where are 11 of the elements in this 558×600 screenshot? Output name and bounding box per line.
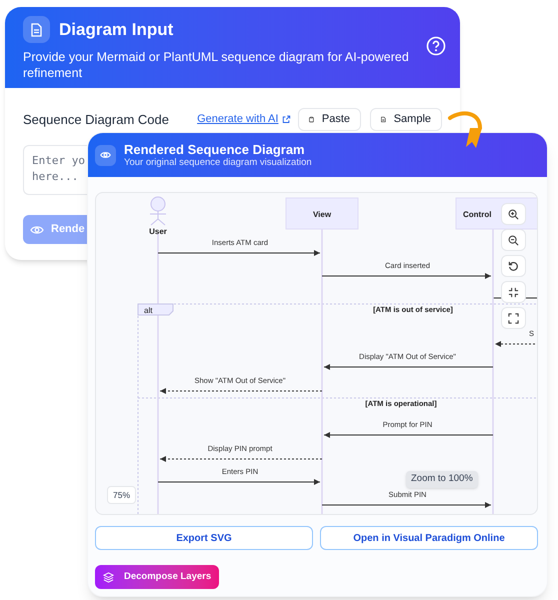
panel-title: Diagram Input <box>59 18 174 41</box>
panel-subtitle: Your original sequence diagram visualization <box>124 156 312 168</box>
tooltip: Zoom to 100% <box>406 471 478 488</box>
zoom-level-badge: 75% <box>107 486 136 504</box>
field-label: Sequence Diagram Code <box>23 110 170 129</box>
participant-label: Control <box>463 210 492 219</box>
participant-label: View <box>312 210 332 219</box>
fragment-tag: alt <box>138 304 174 316</box>
panel-title: Rendered Sequence Diagram <box>124 142 306 156</box>
panel-subtitle: Provide your Mermaid or PlantUML sequence diagram for AI-powered refinement <box>23 49 410 81</box>
participant-label: User <box>149 227 167 236</box>
